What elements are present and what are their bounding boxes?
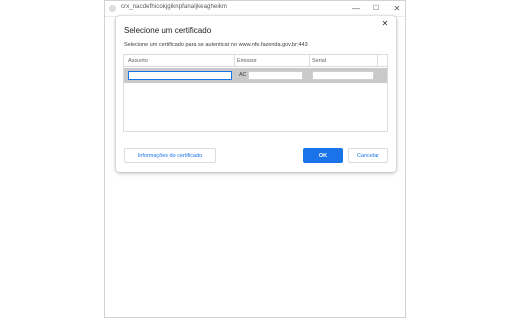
ok-button[interactable]: OK bbox=[303, 148, 343, 163]
cancel-button[interactable]: Cancelar bbox=[348, 148, 388, 163]
assunto-cell[interactable] bbox=[128, 71, 232, 80]
column-divider[interactable] bbox=[377, 55, 378, 67]
certificate-table: Assunto Emissor Serial AC bbox=[123, 54, 388, 132]
minimize-icon[interactable]: — bbox=[347, 2, 365, 16]
window-title: crx_nacdefhicokjgiknpfanaljkeagheikm bbox=[121, 4, 227, 10]
column-divider[interactable] bbox=[309, 55, 310, 67]
column-header-assunto[interactable]: Assunto bbox=[128, 58, 148, 64]
emissor-prefix: AC bbox=[239, 72, 247, 78]
maximize-icon[interactable]: ☐ bbox=[367, 2, 385, 16]
column-divider[interactable] bbox=[234, 55, 235, 67]
table-header: Assunto Emissor Serial bbox=[124, 55, 387, 67]
dialog-description: Selecione um certificado para se autenti… bbox=[124, 42, 308, 48]
emissor-cell[interactable] bbox=[248, 71, 303, 80]
app-icon bbox=[109, 5, 116, 12]
serial-cell[interactable] bbox=[312, 71, 374, 80]
column-header-emissor[interactable]: Emissor bbox=[237, 58, 257, 64]
dialog-close-icon[interactable]: ✕ bbox=[380, 19, 390, 29]
table-row[interactable]: AC bbox=[124, 68, 387, 83]
title-bar: crx_nacdefhicokjgiknpfanaljkeagheikm — ☐… bbox=[105, 1, 405, 17]
certificate-dialog: ✕ Selecione um certificado Selecione um … bbox=[116, 16, 396, 172]
window-close-icon[interactable]: ✕ bbox=[388, 2, 406, 16]
dialog-title: Selecione um certificado bbox=[124, 26, 212, 35]
certificate-info-button[interactable]: Informações do certificado bbox=[124, 148, 216, 163]
column-header-serial[interactable]: Serial bbox=[312, 58, 326, 64]
